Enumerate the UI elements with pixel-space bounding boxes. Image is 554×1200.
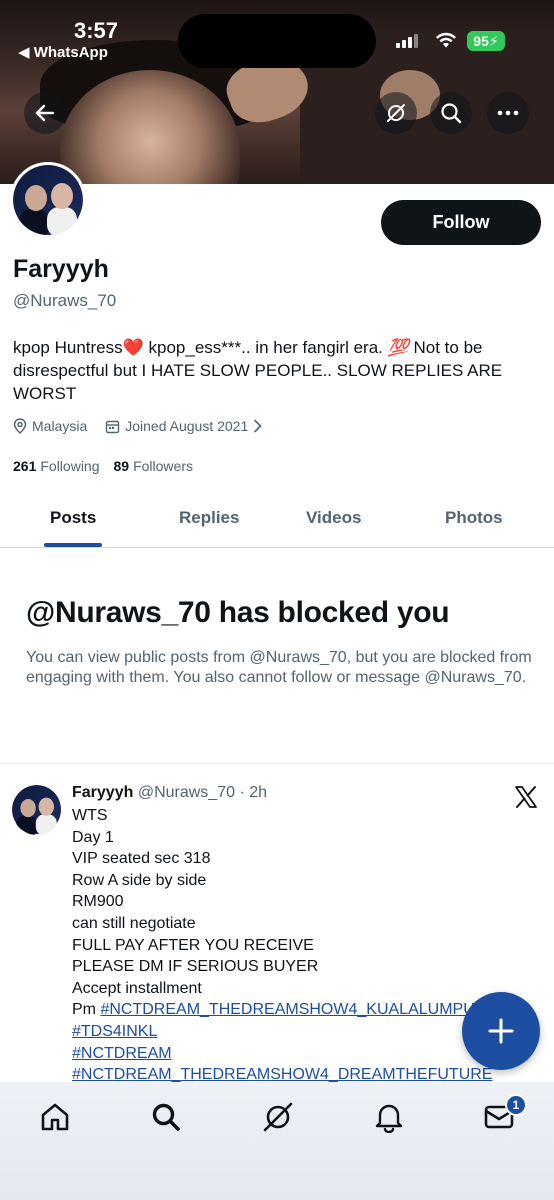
nav-search[interactable] xyxy=(147,1098,185,1136)
section-divider xyxy=(0,763,554,764)
hashtag-link[interactable]: #NCTDREAM xyxy=(72,1045,172,1062)
arrow-left-icon xyxy=(35,104,55,122)
battery-indicator: 95⚡ xyxy=(467,31,505,51)
post-body: WTS Day 1 VIP seated sec 318 Row A side … xyxy=(72,805,512,1086)
post-line: Day 1 xyxy=(72,828,114,846)
hashtag-link[interactable]: #NCTDREAM_THEDREAMSHOW4_KUALALUMPUR xyxy=(100,1001,486,1018)
followers-count: 89 xyxy=(113,458,130,474)
post-line: WTS xyxy=(72,807,108,824)
messages-badge: 1 xyxy=(505,1094,527,1116)
grok-button[interactable] xyxy=(375,92,417,134)
hundred-emoji-icon: 💯 xyxy=(387,338,409,357)
location-text: Malaysia xyxy=(32,418,88,434)
blocked-title: @Nuraws_70 has blocked you xyxy=(26,596,450,629)
active-tab-indicator xyxy=(44,543,102,547)
hashtag-link[interactable]: #TDS4INKL xyxy=(72,1023,157,1040)
followers-link[interactable]: 89 Followers xyxy=(114,458,193,474)
following-count: 261 xyxy=(13,458,37,474)
profile-tabs: Posts Replies Videos Photos xyxy=(0,496,554,548)
followers-label: Followers xyxy=(133,458,193,474)
search-button[interactable] xyxy=(430,92,472,134)
compose-post-button[interactable] xyxy=(462,992,540,1070)
search-icon xyxy=(441,103,462,124)
tab-photos[interactable]: Photos xyxy=(445,508,503,528)
chevron-right-icon xyxy=(254,419,262,433)
bio-text-1: kpop Huntress xyxy=(13,338,123,357)
nav-notifications[interactable] xyxy=(370,1098,408,1136)
post-avatar[interactable] xyxy=(12,785,62,835)
following-label: Following xyxy=(40,458,100,474)
post-header: Faryyyh @Nuraws_70 · 2h xyxy=(72,784,267,802)
post-line: VIP seated sec 318 xyxy=(72,850,211,868)
bottom-nav xyxy=(0,1082,554,1200)
post-line: RM900 xyxy=(72,893,124,911)
post-line: Accept installment xyxy=(72,979,202,997)
tab-videos[interactable]: Videos xyxy=(306,508,361,528)
nav-home[interactable] xyxy=(36,1098,74,1136)
post-line-pm: Pm #NCTDREAM_THEDREAMSHOW4_KUALALUMPUR xyxy=(72,999,512,1021)
more-icon xyxy=(497,110,519,116)
location-pin-icon xyxy=(13,418,27,434)
follow-counts: 261 Following 89 Followers xyxy=(13,458,193,474)
profile-avatar[interactable] xyxy=(10,162,86,238)
x-logo-icon xyxy=(515,786,537,808)
more-button[interactable] xyxy=(487,92,529,134)
heart-emoji-icon: ❤️ xyxy=(122,338,144,357)
back-button[interactable] xyxy=(24,92,66,134)
profile-handle: @Nuraws_70 xyxy=(13,291,117,310)
post-handle-time: @Nuraws_70 · 2h xyxy=(137,784,268,801)
profile-bio: kpop Huntress❤️ kpop_ess***.. in her fan… xyxy=(13,336,533,405)
blocked-message: You can view public posts from @Nuraws_7… xyxy=(26,649,532,686)
profile-joined[interactable]: Joined August 2021 xyxy=(105,418,262,434)
joined-text: Joined August 2021 xyxy=(125,418,249,434)
grok-icon xyxy=(263,1102,293,1132)
post-avatar-image xyxy=(12,785,61,835)
post-line: FULL PAY AFTER YOU RECEIVE xyxy=(72,936,314,954)
profile-meta: Malaysia Joined August 2021 xyxy=(13,418,262,434)
profile-name: Faryyyh xyxy=(13,255,109,283)
profile-location: Malaysia xyxy=(13,418,87,434)
tab-posts[interactable]: Posts xyxy=(50,508,96,528)
follow-button[interactable]: Follow xyxy=(381,200,541,245)
home-icon xyxy=(41,1103,69,1131)
hashtag-link[interactable]: #NCTDREAM_THEDREAMSHOW4_DREAMTHEFUTURE xyxy=(72,1066,492,1083)
tab-replies[interactable]: Replies xyxy=(179,508,239,528)
calendar-icon xyxy=(106,420,120,433)
following-link[interactable]: 261 Following xyxy=(13,458,100,474)
search-icon xyxy=(152,1103,180,1131)
notifications-icon xyxy=(375,1104,403,1133)
post-author-name[interactable]: Faryyyh xyxy=(72,784,133,801)
bio-text-2: kpop_ess***.. in her fangirl era. xyxy=(143,338,388,357)
dynamic-island xyxy=(178,14,376,68)
nav-grok[interactable] xyxy=(259,1098,297,1136)
post-line: Row A side by side xyxy=(72,871,207,889)
plus-icon xyxy=(488,1018,514,1044)
status-time: 3:57 xyxy=(74,18,119,43)
avatar-image xyxy=(13,165,83,235)
post-line: PLEASE DM IF SERIOUS BUYER xyxy=(72,958,319,976)
cell-signal-icon xyxy=(396,34,418,48)
pm-prefix: Pm xyxy=(72,1001,101,1019)
wifi-icon xyxy=(436,32,456,48)
post-line: can still negotiate xyxy=(72,914,196,932)
grok-icon xyxy=(387,104,405,122)
back-to-app-link[interactable]: ◀ WhatsApp xyxy=(18,43,108,61)
